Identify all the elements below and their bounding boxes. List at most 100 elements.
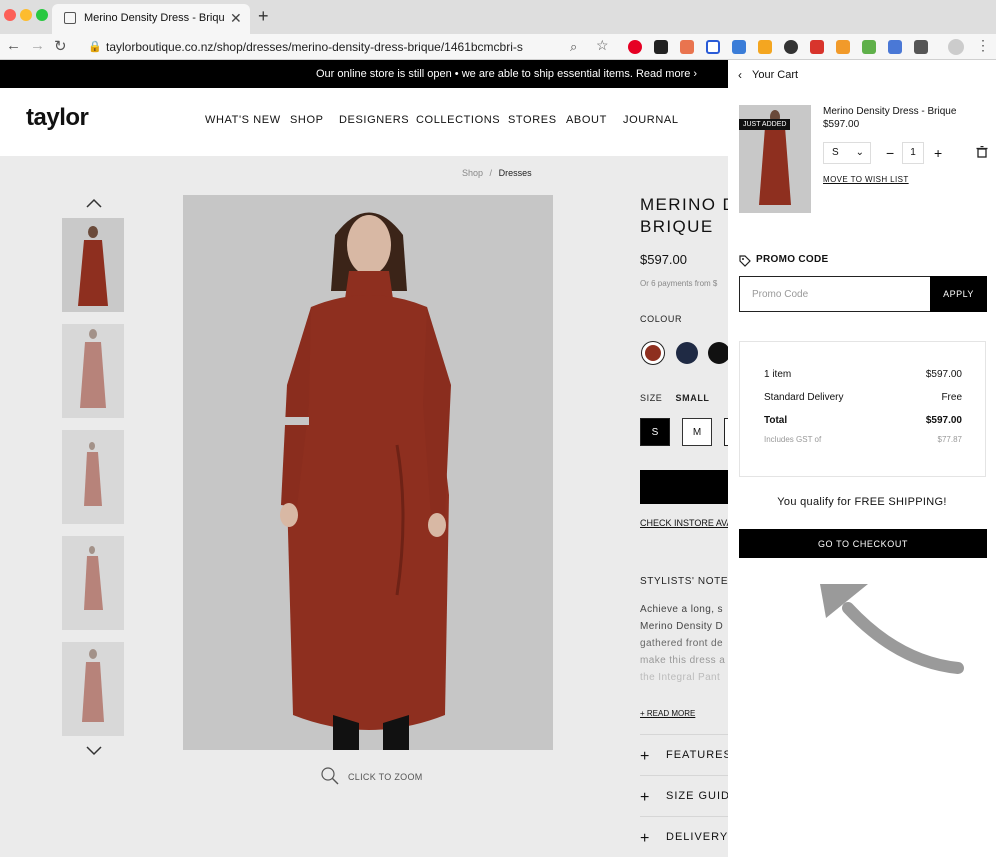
close-tab-icon[interactable]: ✕ (230, 10, 242, 27)
extension-icon[interactable] (654, 40, 668, 54)
maximize-window-button[interactable] (36, 9, 48, 21)
back-chevron-icon[interactable]: ‹ (738, 68, 742, 82)
menu-dots-icon[interactable]: ⋮ (976, 37, 990, 54)
colour-swatch-brique[interactable] (642, 342, 664, 364)
cart-item-image[interactable]: JUST ADDED (739, 105, 811, 213)
cart-item-price: $597.00 (823, 119, 860, 130)
cart-title: Your Cart (752, 69, 799, 81)
announcement-bar[interactable]: Our online store is still open • we are … (0, 60, 728, 88)
rss-extension-icon[interactable] (836, 40, 850, 54)
check-instore-link[interactable]: CHECK INSTORE AVA (640, 518, 728, 528)
size-label: SIZE SMALL (640, 393, 710, 403)
decrease-quantity-button[interactable]: − (886, 145, 894, 161)
size-button-m[interactable]: M (682, 418, 712, 446)
nav-shop[interactable]: SHOP (290, 114, 324, 126)
accordion-label: FEATURES (666, 749, 728, 761)
extension-icon[interactable] (914, 40, 928, 54)
selected-size-text: SMALL (675, 393, 710, 403)
lock-icon: 🔒 (88, 41, 102, 53)
size-button-s[interactable]: S (640, 418, 670, 446)
thumb-down-chevron-icon[interactable] (86, 746, 102, 756)
accordion-delivery[interactable]: + DELIVERY & (640, 816, 728, 856)
summary-total-value: $597.00 (925, 415, 962, 426)
nav-designers[interactable]: DESIGNERS (339, 114, 409, 126)
summary-gst-label: Includes GST of (764, 435, 822, 444)
pinterest-extension-icon[interactable] (628, 40, 642, 54)
checkbox-extension-icon[interactable] (706, 40, 720, 54)
site-logo[interactable]: taylor (26, 104, 89, 132)
cart-drawer: ‹ Your Cart JUST ADDED Merino Density Dr… (728, 60, 996, 857)
click-to-zoom-label[interactable]: CLICK TO ZOOM (348, 772, 423, 782)
summary-delivery-row: Standard Delivery Free (764, 392, 962, 403)
reload-icon[interactable]: ↻ (54, 37, 67, 55)
colour-swatch-black[interactable] (708, 342, 728, 364)
extension-icon[interactable] (758, 40, 772, 54)
free-shipping-message: You qualify for FREE SHIPPING! (777, 496, 947, 508)
new-tab-button[interactable]: + (258, 6, 269, 27)
notes-line: gathered front de (640, 638, 723, 649)
payments-note: Or 6 payments from $ (640, 279, 718, 288)
notes-line: Achieve a long, s (640, 604, 723, 615)
site-header: taylor WHAT'S NEW SHOP DESIGNERS COLLECT… (0, 88, 728, 156)
colour-swatch-navy[interactable] (676, 342, 698, 364)
close-window-button[interactable] (4, 9, 16, 21)
summary-total-row: Total $597.00 (764, 415, 962, 426)
zoom-icon[interactable] (320, 766, 340, 786)
nav-journal[interactable]: JOURNAL (623, 114, 679, 126)
browser-tab[interactable]: Merino Density Dress - Brique ✕ (52, 4, 250, 34)
breadcrumb-current: Dresses (498, 168, 532, 178)
notes-line: the Integral Pant (640, 672, 721, 683)
main-product-image[interactable] (183, 195, 553, 750)
promo-code-input[interactable] (739, 276, 931, 312)
nav-whats-new[interactable]: WHAT'S NEW (205, 114, 281, 126)
summary-items-label: 1 item (764, 369, 792, 380)
product-thumbnail[interactable] (62, 430, 124, 524)
apply-promo-button[interactable]: APPLY (930, 276, 987, 312)
product-thumbnail[interactable] (62, 642, 124, 736)
product-price: $597.00 (640, 252, 687, 267)
back-icon[interactable]: ← (6, 37, 21, 54)
plus-icon: + (640, 748, 651, 765)
product-title-line: BRIQUE (640, 217, 714, 236)
profile-avatar[interactable] (948, 39, 964, 55)
product-thumbnail[interactable] (62, 218, 124, 312)
extension-icon[interactable] (888, 40, 902, 54)
add-to-cart-button[interactable] (640, 470, 728, 504)
read-more-link[interactable]: + READ MORE (640, 709, 695, 718)
go-to-checkout-button[interactable]: GO TO CHECKOUT (739, 529, 987, 558)
nav-collections[interactable]: COLLECTIONS (416, 114, 500, 126)
nav-stores[interactable]: STORES (508, 114, 557, 126)
increase-quantity-button[interactable]: + (934, 145, 942, 161)
nav-about[interactable]: ABOUT (566, 114, 607, 126)
quantity-value[interactable]: 1 (902, 142, 924, 164)
search-icon[interactable]: ⌕ (570, 39, 577, 55)
breadcrumb-shop[interactable]: Shop (462, 168, 483, 178)
cart-size-select[interactable]: S ⌄ (823, 142, 871, 164)
announcement-text[interactable]: Our online store is still open • we are … (316, 60, 697, 88)
extension-icon[interactable] (680, 40, 694, 54)
accordion-features[interactable]: + FEATURES (640, 734, 728, 774)
thumb-up-chevron-icon[interactable] (86, 198, 102, 208)
extension-icon[interactable] (732, 40, 746, 54)
extension-icon[interactable] (862, 40, 876, 54)
plus-icon: + (640, 789, 651, 806)
move-to-wishlist-link[interactable]: MOVE TO WISH LIST (823, 175, 909, 184)
summary-items-value: $597.00 (925, 369, 962, 380)
cart-item-name[interactable]: Merino Density Dress - Brique (823, 106, 956, 117)
minimize-window-button[interactable] (20, 9, 32, 21)
product-thumbnail[interactable] (62, 536, 124, 630)
extension-icon[interactable] (810, 40, 824, 54)
dress-image (62, 430, 124, 524)
product-thumbnail[interactable] (62, 324, 124, 418)
summary-gst-value: $77.87 (937, 435, 962, 444)
summary-delivery-label: Standard Delivery (764, 392, 844, 403)
extension-icon[interactable] (784, 40, 798, 54)
bookmark-star-icon[interactable]: ☆ (596, 37, 609, 54)
summary-delivery-value: Free (941, 392, 962, 403)
colour-label: COLOUR (640, 314, 683, 324)
url-field[interactable]: 🔒 taylorboutique.co.nz/shop/dresses/meri… (80, 36, 620, 58)
trash-icon[interactable] (976, 146, 988, 158)
summary-total-label: Total (764, 415, 788, 426)
forward-icon[interactable]: → (30, 37, 45, 54)
accordion-size-guide[interactable]: + SIZE GUIDE (640, 775, 728, 815)
